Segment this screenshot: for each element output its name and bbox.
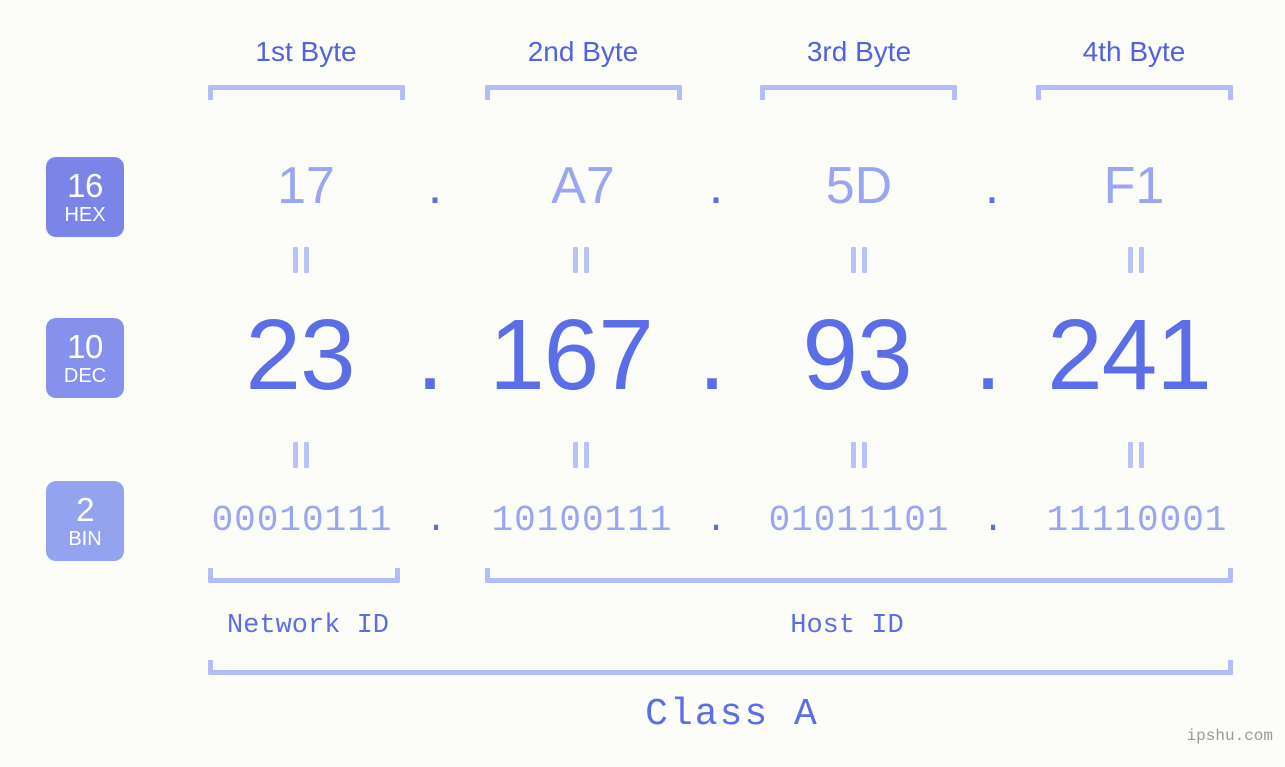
byte-bracket-3 [760, 85, 957, 100]
dec-byte-2: 167 [489, 299, 654, 411]
bin-separator-3: . [982, 500, 1004, 541]
hex-byte-2: A7 [551, 157, 615, 215]
bin-byte-2: 10100111 [491, 500, 673, 541]
bin-separator-1: . [425, 500, 447, 541]
dec-separator-3: . [974, 299, 1002, 411]
base-badge-dec: 10 DEC [46, 318, 124, 398]
dec-byte-4: 241 [1047, 299, 1212, 411]
equals-mark-hex-dec-3 [849, 247, 869, 273]
base-badge-bin: 2 BIN [46, 481, 124, 561]
base-badge-dec-number: 10 [67, 328, 103, 365]
equals-mark-hex-dec-2 [571, 247, 591, 273]
dec-byte-3: 93 [802, 299, 912, 411]
hex-separator-2: . [708, 157, 724, 215]
equals-mark-dec-bin-1 [291, 442, 311, 468]
bin-byte-3: 01011101 [768, 500, 950, 541]
byte-header-2: 2nd Byte [527, 36, 639, 67]
ip-class-label: Class A [645, 693, 819, 736]
equals-mark-dec-bin-4 [1126, 442, 1146, 468]
network-id-label: Network ID [226, 611, 390, 641]
equals-mark-hex-dec-1 [291, 247, 311, 273]
base-badge-hex: 16 HEX [46, 157, 124, 237]
base-badge-hex-number: 16 [67, 167, 103, 204]
base-badge-hex-label: HEX [64, 204, 106, 226]
hex-byte-4: F1 [1103, 157, 1165, 215]
byte-header-1: 1st Byte [255, 36, 357, 67]
dec-separator-1: . [416, 299, 444, 411]
hex-byte-1: 17 [277, 157, 335, 215]
byte-bracket-1 [208, 85, 405, 100]
hex-separator-1: . [427, 157, 443, 215]
bin-byte-4: 11110001 [1046, 500, 1228, 541]
ip-breakdown-diagram: 1st Byte 2nd Byte 3rd Byte 4th Byte 16 H… [0, 0, 1285, 767]
host-id-label: Host ID [790, 611, 904, 641]
dec-separator-2: . [698, 299, 726, 411]
byte-bracket-2 [485, 85, 682, 100]
equals-mark-dec-bin-2 [571, 442, 591, 468]
byte-bracket-4 [1036, 85, 1233, 100]
hex-byte-3: 5D [825, 157, 893, 215]
ip-class-bracket [208, 660, 1233, 675]
site-watermark: ipshu.com [1186, 727, 1273, 745]
byte-header-3: 3rd Byte [806, 36, 912, 67]
equals-mark-hex-dec-4 [1126, 247, 1146, 273]
base-badge-dec-label: DEC [63, 365, 107, 387]
base-badge-bin-label: BIN [68, 528, 102, 550]
bin-byte-1: 00010111 [211, 500, 393, 541]
dec-byte-1: 23 [245, 299, 355, 411]
network-id-bracket [208, 568, 400, 583]
byte-header-4: 4th Byte [1082, 36, 1186, 67]
host-id-bracket [485, 568, 1233, 583]
bin-separator-2: . [705, 500, 727, 541]
base-badge-bin-number: 2 [76, 491, 94, 528]
equals-mark-dec-bin-3 [849, 442, 869, 468]
hex-separator-3: . [984, 157, 1000, 215]
